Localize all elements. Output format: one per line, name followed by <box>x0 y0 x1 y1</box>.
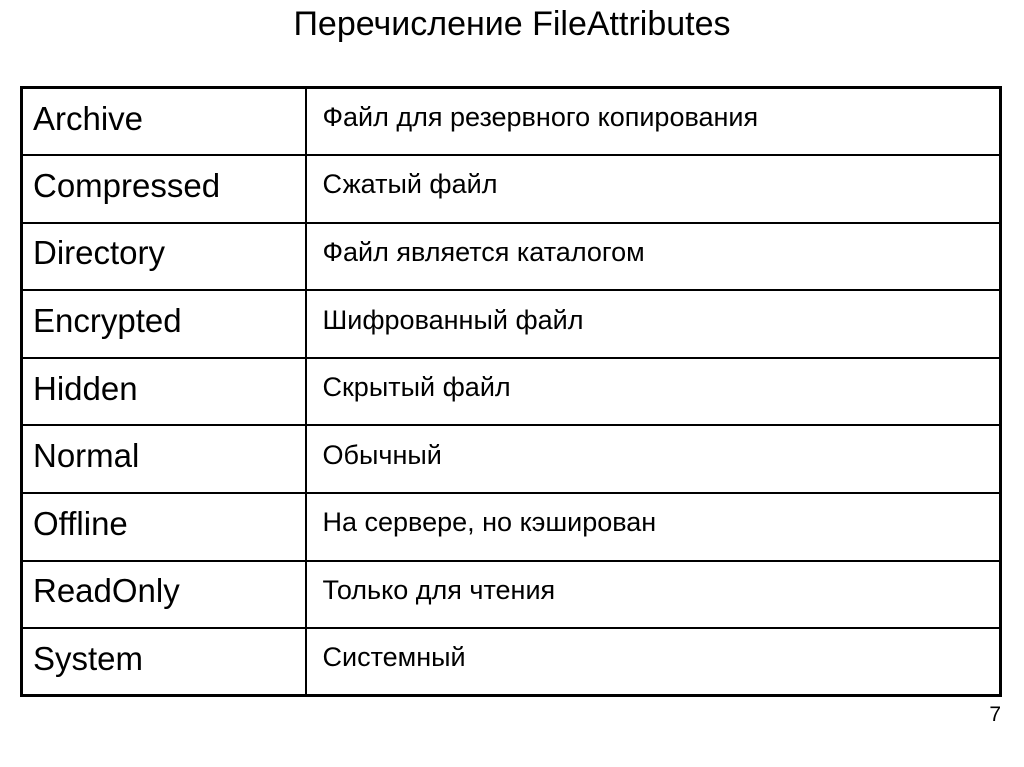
table-row: ReadOnly Только для чтения <box>21 559 1001 630</box>
attribute-name: Encrypted <box>33 302 182 340</box>
table-row: Directory Файл является каталогом <box>21 221 1001 292</box>
table-row: Archive Файл для резервного копирования <box>21 87 1001 157</box>
attribute-name: Hidden <box>33 369 138 407</box>
table-row: Offline На сервере, но кэширован <box>21 492 1001 562</box>
table-cell-description: Файл является каталогом <box>305 221 1001 292</box>
table-cell-name: Normal <box>21 424 307 495</box>
attribute-name: Archive <box>33 99 144 137</box>
attribute-description: Файл для резервного копирования <box>322 102 759 133</box>
table-cell-name: Directory <box>21 221 307 292</box>
attribute-description: Только для чтения <box>322 574 556 605</box>
table-cell-description: На сервере, но кэширован <box>305 492 1001 562</box>
table-cell-description: Скрытый файл <box>305 356 1001 427</box>
attribute-description: Файл является каталогом <box>322 236 645 267</box>
table-cell-name: Archive <box>21 87 307 157</box>
table-cell-name: ReadOnly <box>21 559 307 630</box>
attribute-name: System <box>33 639 144 677</box>
file-attributes-table: Archive Файл для резервного копирования … <box>20 86 1002 698</box>
attribute-name: Compressed <box>33 166 221 204</box>
slide-canvas: Перечисление FileAttributes Archive Файл… <box>0 0 1024 767</box>
attribute-name: Normal <box>33 437 140 475</box>
attribute-description: Шифрованный файл <box>322 304 584 335</box>
table-row: System Системный <box>21 627 1001 696</box>
attribute-name: Directory <box>33 234 166 272</box>
attribute-description: Скрытый файл <box>322 372 511 403</box>
table-row: Hidden Скрытый файл <box>21 356 1001 427</box>
attribute-name: ReadOnly <box>33 572 180 610</box>
table-cell-description: Сжатый файл <box>305 154 1001 224</box>
table-cell-description: Только для чтения <box>305 559 1001 630</box>
page-title: Перечисление FileAttributes <box>293 5 731 43</box>
attribute-description: Обычный <box>322 439 442 470</box>
table-row: Normal Обычный <box>21 424 1001 495</box>
table-cell-name: Encrypted <box>21 289 307 359</box>
table-body: Archive Файл для резервного копирования … <box>21 87 1001 696</box>
table-cell-name: System <box>21 627 307 696</box>
attribute-name: Offline <box>33 504 128 542</box>
table-cell-name: Compressed <box>21 154 307 224</box>
table-row: Compressed Сжатый файл <box>21 154 1001 224</box>
table-cell-description: Шифрованный файл <box>305 289 1001 359</box>
slide-page-number: 7 <box>989 703 1001 726</box>
table-cell-name: Offline <box>21 492 307 562</box>
table-row: Encrypted Шифрованный файл <box>21 289 1001 359</box>
table-cell-description: Обычный <box>305 424 1001 495</box>
table-cell-description: Системный <box>305 627 1001 696</box>
attribute-description: На сервере, но кэширован <box>322 507 657 538</box>
table-cell-name: Hidden <box>21 356 307 427</box>
table-cell-description: Файл для резервного копирования <box>305 87 1001 157</box>
attribute-description: Сжатый файл <box>322 169 498 200</box>
attribute-description: Системный <box>322 642 466 673</box>
